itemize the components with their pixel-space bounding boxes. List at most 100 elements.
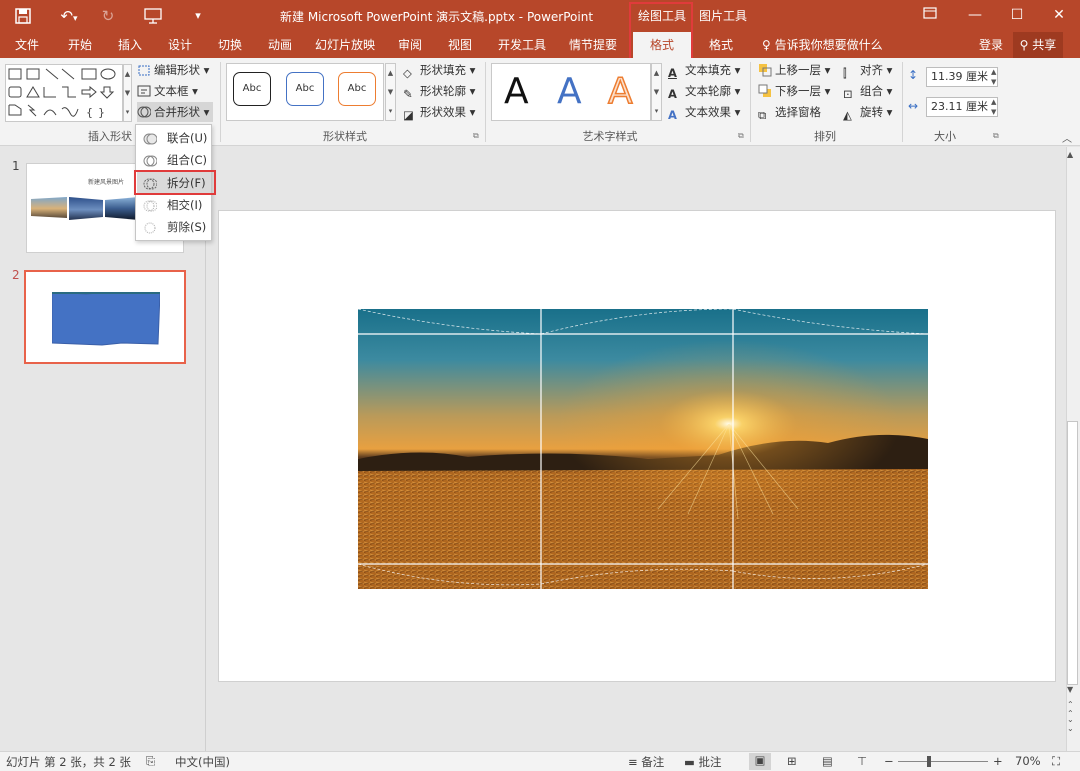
- text-fill-button[interactable]: A 文本填充 ▾: [668, 60, 740, 80]
- redo-icon[interactable]: ↻: [98, 5, 118, 27]
- normal-view-icon[interactable]: ▣: [749, 753, 771, 770]
- comments-button[interactable]: ▬ 批注: [684, 754, 722, 770]
- tab-view[interactable]: 视图: [440, 32, 480, 58]
- slide-thumbnail-2[interactable]: [26, 272, 184, 362]
- fit-to-window-icon[interactable]: ⛶: [1052, 754, 1060, 769]
- tab-format-drawing[interactable]: 格式: [633, 32, 691, 58]
- window-title: 新建 Microsoft PowerPoint 演示文稿.pptx - Powe…: [280, 10, 594, 24]
- merge-shapes-button[interactable]: 合并形状 ▾: [137, 102, 214, 122]
- next-slide-icon[interactable]: ⌄ ⌄: [1067, 715, 1074, 733]
- notes-button[interactable]: ≡ 备注: [628, 754, 664, 770]
- size-launcher-icon[interactable]: ⧉: [993, 131, 999, 141]
- tab-file[interactable]: 文件: [4, 32, 50, 58]
- shape-styles-launcher-icon[interactable]: ⧉: [473, 131, 479, 141]
- wordart-style-blue[interactable]: A: [557, 72, 582, 112]
- wordart-launcher-icon[interactable]: ⧉: [738, 131, 744, 141]
- rotate-icon: ◭: [843, 108, 852, 122]
- tell-me-box[interactable]: ♀ 告诉我你想要做什么: [762, 32, 892, 58]
- tab-storyboarding[interactable]: 情节提要: [562, 32, 624, 58]
- minimize-icon[interactable]: —: [960, 2, 990, 28]
- language-indicator[interactable]: 中文(中国): [175, 754, 230, 770]
- drawing-tools-header: 绘图工具: [637, 9, 686, 23]
- close-icon[interactable]: ✕: [1044, 2, 1074, 28]
- shape-styles-scroll[interactable]: ▲ ▼ ▾: [385, 63, 396, 121]
- height-spinner[interactable]: ▲ ▼: [991, 67, 996, 87]
- shape-style-swatch-blue[interactable]: Abc: [286, 72, 324, 106]
- text-fill-icon: A: [668, 66, 677, 80]
- shape-height-field[interactable]: 11.39 厘米: [926, 67, 998, 87]
- send-backward-button[interactable]: 下移一层 ▾: [758, 81, 830, 101]
- share-button[interactable]: ⚲ 共享: [1013, 32, 1063, 58]
- text-outline-button[interactable]: A 文本轮廓 ▾: [668, 81, 740, 101]
- insert-shapes-group-label: 插入形状: [88, 130, 132, 143]
- reading-view-icon[interactable]: ▤: [822, 754, 833, 768]
- shape-effects-button[interactable]: ◪ 形状效果 ▾: [403, 102, 475, 122]
- tab-design[interactable]: 设计: [160, 32, 200, 58]
- slideshow-icon[interactable]: ⊤: [857, 754, 867, 768]
- comment-icon: ▬: [684, 755, 695, 769]
- status-bar: 幻灯片 第 2 张，共 2 张 ⎘ 中文(中国) ≡ 备注 ▬ 批注 ▣ ⊞ ▤…: [0, 751, 1080, 771]
- tab-developer[interactable]: 开发工具: [492, 32, 552, 58]
- zoom-slider-thumb[interactable]: [927, 756, 931, 767]
- shapes-gallery-icons: {}: [8, 68, 116, 119]
- ribbon-display-options-icon[interactable]: [915, 2, 945, 28]
- shape-width-field[interactable]: 23.11 厘米: [926, 97, 998, 117]
- shape-fill-button[interactable]: ◇ 形状填充 ▾: [403, 60, 475, 80]
- rotate-button[interactable]: ◭ 旋转 ▾: [843, 102, 892, 122]
- wordart-style-black[interactable]: A: [504, 72, 529, 112]
- shape-width-icon: ↔: [908, 99, 919, 113]
- menu-item-combine[interactable]: 组合(C): [137, 149, 211, 171]
- tab-review[interactable]: 审阅: [390, 32, 430, 58]
- bring-forward-button[interactable]: 上移一层 ▾: [758, 60, 830, 80]
- svg-text:}: }: [98, 106, 105, 119]
- width-spinner[interactable]: ▲ ▼: [991, 97, 996, 117]
- align-button[interactable]: ⫿ 对齐 ▾: [843, 60, 892, 80]
- spell-check-icon[interactable]: ⎘: [146, 754, 155, 769]
- collapse-ribbon-icon[interactable]: ︿: [1062, 130, 1072, 145]
- group-separator: [750, 62, 751, 142]
- zoom-slider[interactable]: [898, 761, 988, 762]
- send-backward-icon: [758, 84, 772, 98]
- zoom-level[interactable]: 70%: [1015, 754, 1041, 768]
- scroll-up-icon[interactable]: ▲: [1067, 150, 1073, 159]
- text-box-button[interactable]: 文本框 ▾: [137, 81, 198, 101]
- wordart-scroll[interactable]: ▲ ▼ ▾: [651, 63, 662, 121]
- tab-insert[interactable]: 插入: [110, 32, 150, 58]
- menu-item-intersect[interactable]: 相交(I): [137, 194, 211, 216]
- shape-styles-group-label: 形状样式: [323, 130, 367, 143]
- group-button[interactable]: ⊡ 组合 ▾: [843, 81, 892, 101]
- edit-shape-button[interactable]: 编辑形状 ▾: [137, 60, 209, 80]
- scrollbar-thumb[interactable]: [1067, 421, 1078, 685]
- menu-item-fragment[interactable]: 拆分(F): [137, 172, 211, 194]
- tab-animations[interactable]: 动画: [260, 32, 300, 58]
- tab-home[interactable]: 开始: [60, 32, 100, 58]
- shape-style-swatch-orange[interactable]: Abc: [338, 72, 376, 106]
- tab-transitions[interactable]: 切换: [210, 32, 250, 58]
- pencil-icon: ✎: [403, 87, 413, 101]
- tab-slideshow[interactable]: 幻灯片放映: [310, 32, 380, 58]
- scroll-down-icon[interactable]: ▼: [1067, 685, 1073, 694]
- menu-item-union[interactable]: 联合(U): [137, 127, 211, 149]
- landscape-picture[interactable]: [358, 309, 928, 589]
- undo-icon[interactable]: ↶▾: [54, 5, 84, 27]
- wordart-style-orange[interactable]: A: [607, 71, 633, 113]
- zoom-in-icon[interactable]: +: [993, 754, 1003, 768]
- merge-shapes-menu: 联合(U) 组合(C) 拆分(F) 相交(I) 剪除(S): [135, 124, 212, 241]
- shape-outline-button[interactable]: ✎ 形状轮廓 ▾: [403, 81, 475, 101]
- tab-format-picture[interactable]: 格式: [697, 32, 745, 58]
- start-from-beginning-icon[interactable]: [140, 5, 166, 27]
- shape-style-swatch-black[interactable]: Abc: [233, 72, 271, 106]
- customize-qat-icon[interactable]: ▾: [190, 5, 206, 27]
- shapes-gallery-scroll[interactable]: ▲ ▼ ▾: [123, 64, 132, 122]
- zoom-out-icon[interactable]: −: [884, 754, 894, 768]
- slide-sorter-icon[interactable]: ⊞: [787, 754, 797, 768]
- save-icon[interactable]: [12, 5, 34, 27]
- selection-pane-button[interactable]: ⧉ 选择窗格: [758, 102, 821, 122]
- shapes-gallery[interactable]: {}: [5, 64, 123, 122]
- menu-item-subtract[interactable]: 剪除(S): [137, 216, 211, 238]
- edit-shape-icon: [137, 63, 151, 77]
- login-link[interactable]: 登录: [972, 32, 1010, 58]
- text-effects-button[interactable]: A 文本效果 ▾: [668, 102, 740, 122]
- group-separator: [485, 62, 486, 142]
- maximize-icon[interactable]: ☐: [1002, 2, 1032, 28]
